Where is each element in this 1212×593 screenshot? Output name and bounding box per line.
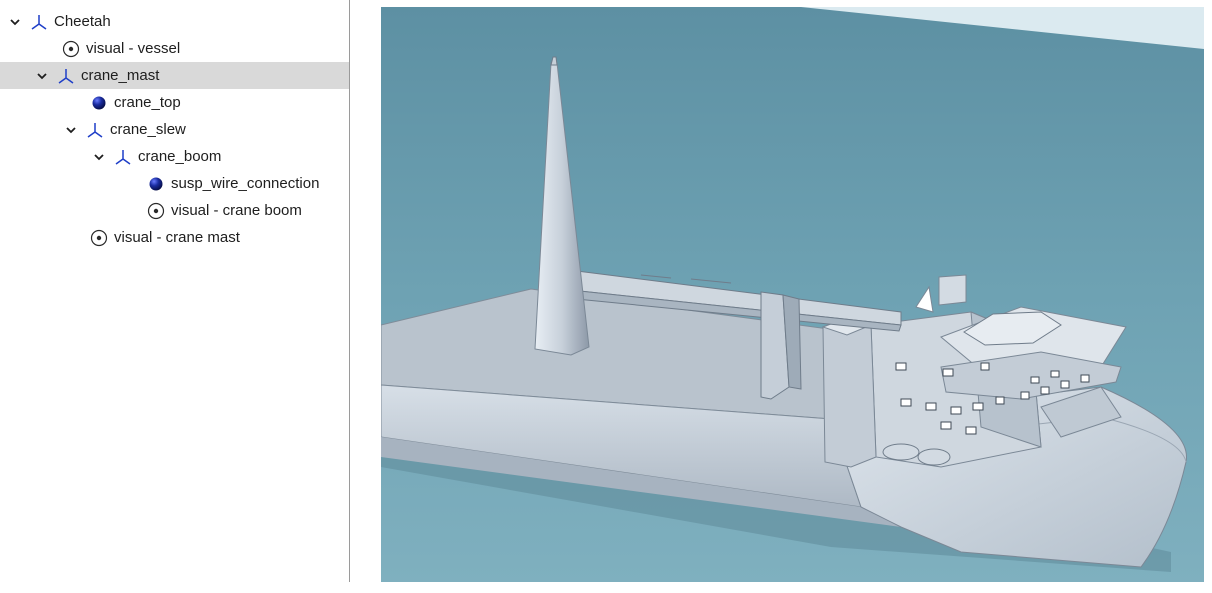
tree-item-label: susp_wire_connection — [171, 175, 320, 192]
tree-item-label: crane_slew — [110, 121, 186, 138]
tree-item-visual-crane-mast[interactable]: visual - crane mast — [0, 224, 349, 251]
3d-viewport[interactable] — [381, 7, 1204, 582]
frame-axes-icon — [57, 67, 75, 85]
chevron-down-icon[interactable] — [8, 15, 22, 29]
tree-item-label: crane_top — [114, 94, 181, 111]
funnel — [938, 274, 967, 306]
tree-item-label: visual - vessel — [86, 40, 181, 57]
tree-item-susp-wire-connection[interactable]: susp_wire_connection — [0, 170, 349, 197]
tree-item-crane-mast[interactable]: crane_mast — [0, 62, 349, 89]
tree-item-visual-vessel[interactable]: visual - vessel — [0, 35, 349, 62]
visual-icon — [90, 229, 108, 247]
visual-icon — [147, 202, 165, 220]
chevron-down-icon[interactable] — [35, 69, 49, 83]
tree-item-label: crane_boom — [138, 148, 222, 165]
window-bottom-edge — [0, 582, 1212, 593]
tree-item-label: visual - crane mast — [114, 229, 240, 246]
point-icon — [147, 175, 165, 193]
lifeboat — [882, 443, 920, 461]
tree-item-label: visual - crane boom — [171, 202, 302, 219]
tree-item-visual-crane-boom[interactable]: visual - crane boom — [0, 197, 349, 224]
scene-tree-panel: Cheetah visual - vessel crane_mast crane… — [0, 0, 350, 582]
vessel-scene — [381, 7, 1204, 582]
tree-item-cheetah[interactable]: Cheetah — [0, 8, 349, 35]
frame-axes-icon — [86, 121, 104, 139]
tree-item-crane-top[interactable]: crane_top — [0, 89, 349, 116]
tree-item-label: Cheetah — [54, 13, 111, 30]
chevron-down-icon[interactable] — [64, 123, 78, 137]
side-tower — [822, 316, 877, 468]
visual-icon — [62, 40, 80, 58]
tree-item-label: crane_mast — [81, 67, 160, 84]
lifeboat — [917, 448, 951, 466]
chevron-down-icon[interactable] — [92, 150, 106, 164]
frame-axes-icon — [30, 13, 48, 31]
tree-item-crane-slew[interactable]: crane_slew — [0, 116, 349, 143]
frame-axes-icon — [114, 148, 132, 166]
tree-item-crane-boom[interactable]: crane_boom — [0, 143, 349, 170]
point-icon — [90, 94, 108, 112]
